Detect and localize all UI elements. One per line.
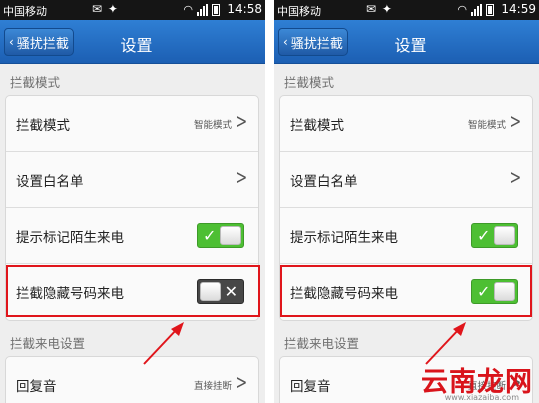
row-reply-tone[interactable]: 回复音 直接挂断 > <box>6 357 258 403</box>
wifi-icon: ◠ <box>183 3 193 16</box>
row-label: 拦截模式 <box>290 118 344 134</box>
row-value: 智能模式 <box>467 120 506 131</box>
chevron-right-icon: > <box>235 109 248 133</box>
battery-icon <box>486 4 494 16</box>
row-intercept-mode[interactable]: 拦截模式 智能模式 > <box>280 96 532 152</box>
row-whitelist[interactable]: 设置白名单 > <box>6 152 258 208</box>
wifi-icon: ◠ <box>457 3 467 16</box>
highlight-box <box>6 265 260 317</box>
row-label: 回复音 <box>16 379 57 395</box>
phone-screen-before: 中国移动 ✉ ✦ ◠ 14:58 ‹ 骚扰拦截 设置 拦截模式 拦截模式 智能模… <box>0 0 265 403</box>
section-header-intercept-mode: 拦截模式 <box>284 75 335 90</box>
carrier-label: 中国移动 <box>277 5 321 18</box>
signal-icon <box>471 4 482 16</box>
row-value: 直接挂断 <box>193 381 232 392</box>
row-label: 提示标记陌生来电 <box>16 230 124 246</box>
page-title: 设置 <box>120 36 153 55</box>
status-time: 14:58 <box>227 2 262 16</box>
row-intercept-mode[interactable]: 拦截模式 智能模式 > <box>6 96 258 152</box>
status-bar: 中国移动 ✉ ✦ ◠ 14:59 <box>274 0 539 20</box>
page-title: 设置 <box>394 36 427 55</box>
section-header-call-settings: 拦截来电设置 <box>10 336 86 351</box>
row-label: 提示标记陌生来电 <box>290 230 398 246</box>
notification-icons: ✉ ✦ <box>92 2 119 16</box>
phone-screen-after: 中国移动 ✉ ✦ ◠ 14:59 ‹ 骚扰拦截 设置 拦截模式 拦截模式 智能模… <box>274 0 539 403</box>
highlight-box <box>280 265 532 317</box>
row-value: 智能模式 <box>193 120 232 131</box>
watermark-url: www.xiazaiba.com <box>444 393 519 402</box>
chevron-right-icon: > <box>509 109 522 133</box>
chevron-right-icon: > <box>235 165 248 189</box>
title-bar: ‹ 骚扰拦截 设置 <box>0 20 265 64</box>
row-whitelist[interactable]: 设置白名单 > <box>280 152 532 208</box>
row-label: 回复音 <box>290 379 331 395</box>
system-icons: ◠ <box>183 3 220 16</box>
battery-icon <box>212 4 220 16</box>
title-bar: ‹ 骚扰拦截 设置 <box>274 20 539 64</box>
marked-calls-toggle[interactable]: ✓ <box>471 223 518 248</box>
chevron-right-icon: > <box>235 370 248 394</box>
row-label: 设置白名单 <box>290 174 358 190</box>
status-time: 14:59 <box>501 2 536 16</box>
carrier-label: 中国移动 <box>3 5 47 18</box>
status-bar: 中国移动 ✉ ✦ ◠ 14:58 <box>0 0 265 20</box>
signal-icon <box>197 4 208 16</box>
row-marked-calls: 提示标记陌生来电 ✓ <box>6 208 258 264</box>
system-icons: ◠ <box>457 3 494 16</box>
toggle-knob <box>220 226 241 245</box>
arrow-annotation <box>143 322 184 365</box>
row-marked-calls: 提示标记陌生来电 ✓ <box>280 208 532 264</box>
notification-icons: ✉ ✦ <box>366 2 393 16</box>
section-header-call-settings: 拦截来电设置 <box>284 336 360 351</box>
call-settings-card: 回复音 直接挂断 > <box>5 356 259 403</box>
section-header-intercept-mode: 拦截模式 <box>10 75 61 90</box>
marked-calls-toggle[interactable]: ✓ <box>197 223 244 248</box>
divider <box>265 0 274 403</box>
check-icon: ✓ <box>203 226 217 245</box>
row-label: 设置白名单 <box>16 174 84 190</box>
toggle-knob <box>494 226 515 245</box>
check-icon: ✓ <box>477 226 491 245</box>
row-label: 拦截模式 <box>16 118 70 134</box>
chevron-right-icon: > <box>509 165 522 189</box>
